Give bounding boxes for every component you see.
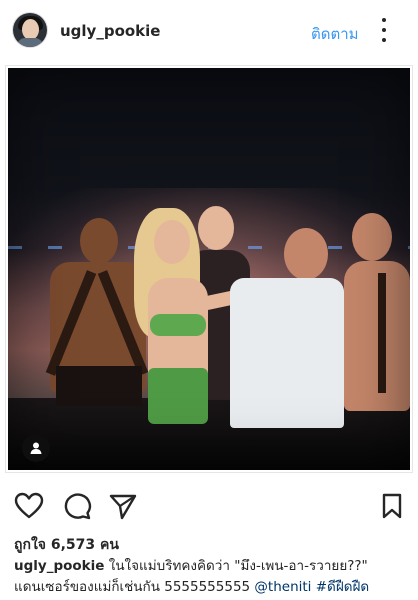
post-photo[interactable] [8, 68, 410, 470]
more-options-icon[interactable] [380, 18, 388, 42]
post-username[interactable]: ugly_pookie [60, 22, 160, 40]
heart-icon[interactable] [14, 492, 44, 524]
hashtag-link[interactable]: #ดีฝืดฝืด [316, 579, 369, 595]
post-header: ugly_pookie ติดตาม [0, 0, 418, 64]
caption-username[interactable]: ugly_pookie [14, 558, 104, 574]
caption-text-line2: แดนเซอร์ของแม่ก็เช่นกัน 5555555555 [14, 579, 251, 595]
post-actions [0, 492, 418, 526]
likes-count[interactable]: ถูกใจ 6,573 คน [14, 534, 119, 556]
follow-button[interactable]: ติดตาม [311, 22, 359, 46]
avatar[interactable] [13, 13, 47, 47]
comment-icon[interactable] [62, 492, 92, 524]
post-image-frame [5, 65, 413, 473]
share-icon[interactable] [108, 492, 138, 524]
post-caption: ugly_pookie ในใจแม่บริทคงคิดว่า "มึง-เพน… [14, 556, 410, 598]
caption-text-line1: ในใจแม่บริทคงคิดว่า "มึง-เพน-อา-รวายย??" [108, 558, 368, 574]
mention-link[interactable]: @theniti [254, 579, 311, 595]
person-tag-icon[interactable] [22, 434, 50, 462]
bookmark-icon[interactable] [380, 492, 404, 524]
